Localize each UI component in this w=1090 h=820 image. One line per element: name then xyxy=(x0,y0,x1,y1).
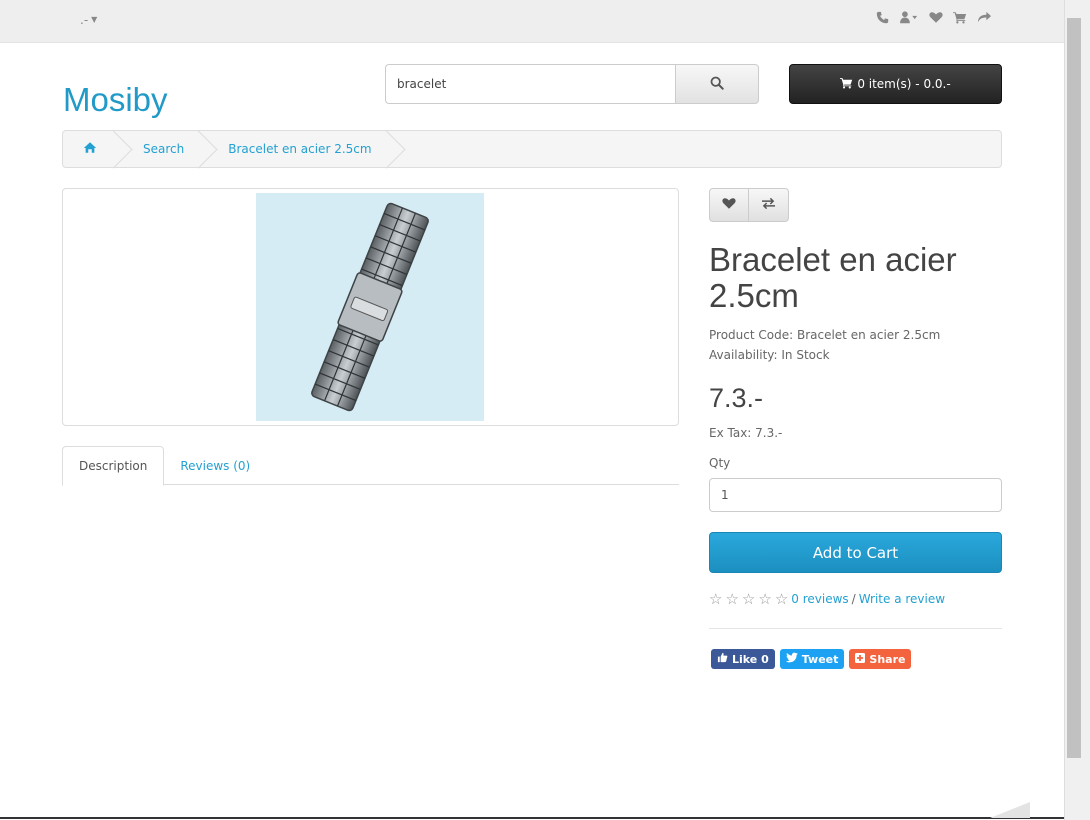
user-icon[interactable] xyxy=(899,11,919,28)
product-code: Product Code: Bracelet en acier 2.5cm xyxy=(709,328,941,342)
share-icon[interactable] xyxy=(977,11,992,28)
add-to-cart-button[interactable]: Add to Cart xyxy=(709,532,1002,573)
caret-down-icon: ▼ xyxy=(91,15,98,24)
divider xyxy=(709,628,1002,629)
top-bar: .- ▼ xyxy=(0,0,1064,43)
heart-icon xyxy=(722,196,736,214)
rating-separator: / xyxy=(851,592,856,606)
breadcrumb-product[interactable]: Bracelet en acier 2.5cm xyxy=(202,131,389,167)
share-label: Share xyxy=(869,652,906,666)
product-rating: ☆ ☆ ☆ ☆ ☆ 0 reviews / Write a review xyxy=(709,590,945,608)
currency-dropdown[interactable]: .- ▼ xyxy=(80,13,97,27)
product-ex-tax: Ex Tax: 7.3.- xyxy=(709,426,783,440)
social-share: Like 0 Tweet Share xyxy=(711,649,912,669)
star-empty-icon: ☆ xyxy=(774,590,789,608)
search-button[interactable] xyxy=(675,64,759,104)
qty-label: Qty xyxy=(709,456,731,470)
top-links xyxy=(876,11,992,28)
product-tabs: Description Reviews (0) xyxy=(62,446,679,486)
facebook-like-button[interactable]: Like 0 xyxy=(711,649,775,669)
tab-description[interactable]: Description xyxy=(62,446,165,486)
currency-label: .- xyxy=(80,13,89,27)
cart-total: 0 item(s) - 0.0.- xyxy=(857,77,951,91)
home-icon xyxy=(83,141,97,158)
star-empty-icon: ☆ xyxy=(741,590,756,608)
product-image xyxy=(256,193,484,421)
star-empty-icon: ☆ xyxy=(758,590,772,608)
add-to-wishlist-button[interactable] xyxy=(709,188,749,222)
cart-icon xyxy=(840,77,853,92)
product-price: 7.3.- xyxy=(709,383,764,413)
exchange-icon xyxy=(761,196,776,214)
search-input[interactable] xyxy=(385,64,675,104)
breadcrumb-search[interactable]: Search xyxy=(117,131,202,167)
write-review-link[interactable]: Write a review xyxy=(859,592,945,606)
product-actions xyxy=(709,188,789,222)
tab-reviews[interactable]: Reviews (0) xyxy=(164,446,266,485)
qty-input[interactable] xyxy=(709,478,1002,512)
page-corner xyxy=(990,802,1030,818)
breadcrumb: Search Bracelet en acier 2.5cm xyxy=(62,130,1002,168)
breadcrumb-home[interactable] xyxy=(63,131,117,167)
product-title: Bracelet en acier 2.5cm xyxy=(709,241,957,314)
product-image-thumbnail[interactable] xyxy=(62,188,679,426)
search-bar xyxy=(385,64,759,104)
phone-icon[interactable] xyxy=(876,11,889,28)
scrollbar-thumb[interactable] xyxy=(1067,18,1081,758)
star-empty-icon: ☆ xyxy=(725,590,739,608)
share-button[interactable]: Share xyxy=(849,649,912,669)
heart-icon[interactable] xyxy=(929,11,943,28)
cart-icon[interactable] xyxy=(953,11,967,28)
twitter-tweet-button[interactable]: Tweet xyxy=(779,649,845,669)
facebook-like-label: Like 0 xyxy=(732,652,769,666)
product-availability: Availability: In Stock xyxy=(709,348,830,362)
plus-square-icon xyxy=(855,652,866,666)
search-icon xyxy=(710,75,724,94)
logo[interactable]: Mosiby xyxy=(63,81,168,119)
star-empty-icon: ☆ xyxy=(709,590,723,608)
vertical-scrollbar[interactable] xyxy=(1064,0,1090,820)
window-bottom-border xyxy=(0,817,1064,819)
twitter-tweet-label: Tweet xyxy=(801,652,839,666)
twitter-icon xyxy=(785,652,798,666)
cart-button[interactable]: 0 item(s) - 0.0.- xyxy=(789,64,1002,104)
reviews-link[interactable]: 0 reviews xyxy=(791,592,848,606)
product-meta: Product Code: Bracelet en acier 2.5cm Av… xyxy=(709,325,940,365)
thumbs-up-icon xyxy=(717,652,728,666)
compare-button[interactable] xyxy=(749,188,789,222)
